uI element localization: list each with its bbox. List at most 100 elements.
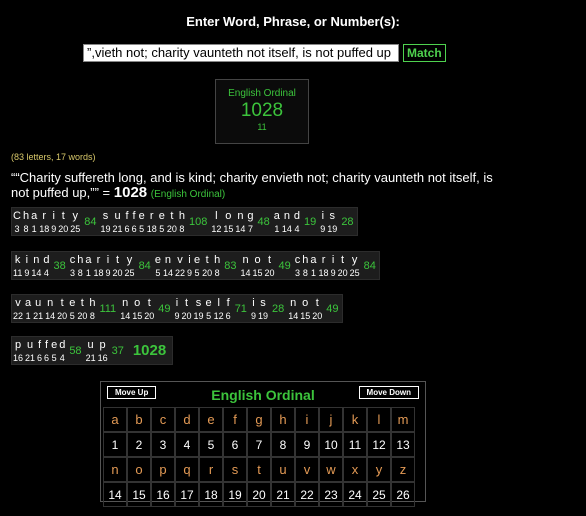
letter-value: 21 bbox=[25, 353, 36, 363]
letter-char: i bbox=[106, 254, 110, 266]
letter-char: f bbox=[125, 210, 129, 222]
letter-char: u bbox=[114, 210, 121, 222]
letter-char: a bbox=[310, 254, 317, 266]
letter-char: h bbox=[22, 210, 30, 222]
cipher-total: 1028 bbox=[240, 100, 284, 121]
letter-value: 15 bbox=[223, 224, 234, 234]
letter-cell: n 14 bbox=[240, 252, 252, 279]
letter-cell: t 20 bbox=[112, 252, 124, 279]
letter-cell: y 25 bbox=[69, 208, 81, 235]
letter-cell: s 19 bbox=[326, 208, 338, 235]
letter-char: u bbox=[87, 339, 94, 351]
match-button[interactable]: Match bbox=[403, 44, 446, 62]
table-letter: j bbox=[319, 407, 343, 432]
cipher-grid: a b c d e f g h i j k l m 1 2 3 4 5 6 7 8 9 10 11 12 13 n o p q r s t u v w… bbox=[103, 407, 425, 507]
letter-cell: h8 bbox=[301, 252, 309, 279]
word-row: C 3 h 8 a 1 r 18 i 9 t 20 y 25 84 s 19 u 21 f 6 f 6 e 5 r 18 e 5 t 20 h… bbox=[11, 207, 358, 236]
table-number: 24 bbox=[343, 482, 367, 507]
letter-value: 1 bbox=[85, 268, 91, 278]
table-letter: l bbox=[367, 407, 391, 432]
letter-char: g bbox=[247, 210, 254, 222]
letter-cell: n 14 bbox=[30, 252, 42, 279]
letter-cell: i9 bbox=[23, 252, 30, 279]
letter-value: 5 bbox=[159, 224, 165, 234]
letter-cell: c3 bbox=[294, 252, 302, 279]
table-letter: g bbox=[247, 407, 271, 432]
letter-char: f bbox=[45, 339, 49, 351]
letter-char: a bbox=[31, 210, 38, 222]
letter-char: t bbox=[184, 297, 189, 309]
letter-char: i bbox=[175, 297, 179, 309]
phrase-input[interactable]: vieth not; charity vaunteth not itself, … bbox=[83, 44, 399, 62]
letter-cell: t 20 bbox=[337, 252, 349, 279]
word-value: 28 bbox=[271, 302, 285, 315]
letter-char: t bbox=[80, 297, 84, 309]
letter-char: s bbox=[195, 297, 202, 309]
letter-cell: o 15 bbox=[252, 252, 264, 279]
table-number: 12 bbox=[367, 432, 391, 457]
letter-value: 20 bbox=[58, 224, 69, 234]
letter-cell: a1 bbox=[30, 208, 38, 235]
letter-cell: e5 bbox=[158, 208, 166, 235]
table-letter: t bbox=[247, 457, 271, 482]
table-letter: d bbox=[175, 407, 199, 432]
table-letter: m bbox=[391, 407, 415, 432]
letter-cell: a1 bbox=[84, 252, 92, 279]
letter-char: c bbox=[294, 254, 301, 266]
letter-cell: t 20 bbox=[76, 295, 88, 322]
letter-value: 5 bbox=[206, 311, 212, 321]
letter-cell: u 21 bbox=[85, 337, 97, 364]
phrase-text: ““Charity suffereth long, and is kind; c… bbox=[11, 170, 493, 200]
letter-value: 20 bbox=[181, 311, 192, 321]
letter-char: n bbox=[290, 297, 297, 309]
letter-char: v bbox=[177, 254, 183, 266]
letter-char: e bbox=[193, 254, 201, 266]
letter-cell: i9 bbox=[173, 295, 180, 322]
letter-value: 6 bbox=[124, 224, 130, 234]
letter-char: t bbox=[61, 210, 65, 222]
letter-char: y bbox=[351, 254, 358, 266]
letter-char: t bbox=[315, 297, 319, 309]
move-down-button[interactable]: Move Down bbox=[358, 386, 419, 399]
letter-value: 8 bbox=[77, 268, 83, 278]
letter-cell: r 18 bbox=[146, 208, 158, 235]
letter-value: 4 bbox=[294, 224, 300, 234]
letter-char: t bbox=[268, 254, 272, 266]
letter-cell: u 21 bbox=[32, 295, 44, 322]
letter-value: 6 bbox=[225, 311, 231, 321]
letter-cell: n 14 bbox=[287, 295, 299, 322]
table-number: 15 bbox=[127, 482, 151, 507]
cipher-name: English Ordinal bbox=[228, 88, 296, 99]
table-number: 1 bbox=[103, 432, 127, 457]
table-number: 13 bbox=[391, 432, 415, 457]
phrase-total: 1028 bbox=[113, 184, 148, 201]
letter-char: t bbox=[60, 297, 64, 309]
letter-char: c bbox=[69, 254, 76, 266]
letter-value: 12 bbox=[211, 224, 222, 234]
letter-char: f bbox=[38, 339, 42, 351]
word-value: 108 bbox=[188, 215, 208, 228]
letter-char: h bbox=[77, 254, 84, 266]
table-number: 11 bbox=[343, 432, 367, 457]
letter-value: 9 bbox=[24, 268, 30, 278]
letter-char: h bbox=[302, 254, 309, 266]
letter-cell: y 25 bbox=[124, 252, 136, 279]
letter-cell: n 14 bbox=[44, 295, 56, 322]
table-number: 21 bbox=[271, 482, 295, 507]
cipher-reduced: 11 bbox=[257, 122, 267, 132]
letter-value: 3 bbox=[14, 224, 20, 234]
letter-value: 22 bbox=[13, 311, 24, 321]
table-number: 20 bbox=[247, 482, 271, 507]
letter-char: t bbox=[147, 297, 151, 309]
letter-char: e bbox=[69, 297, 76, 309]
letter-value: 18 bbox=[93, 268, 104, 278]
letter-char: e bbox=[158, 210, 165, 222]
letter-cell: t 20 bbox=[166, 208, 178, 235]
letter-value: 3 bbox=[295, 268, 301, 278]
letter-char: r bbox=[321, 254, 326, 266]
letter-char: n bbox=[242, 254, 249, 266]
letter-cell: e5 bbox=[205, 295, 213, 322]
letter-char: h bbox=[89, 297, 96, 309]
word-row-box: k 11 i 9 n 14 d 4 38 c 3 h 8 a 1 r 18 i 9 t 20 y 25 84 e 5 n 14 v 22 i… bbox=[11, 251, 380, 280]
letter-cell: t 20 bbox=[56, 295, 68, 322]
